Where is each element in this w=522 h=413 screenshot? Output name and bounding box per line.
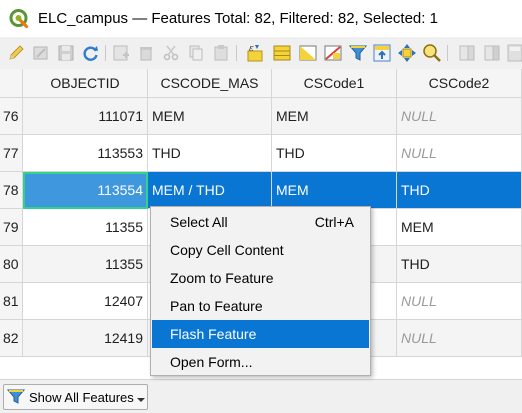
cell-cscode2[interactable]: MEM (397, 209, 522, 246)
save-edits-icon[interactable] (56, 43, 76, 63)
cell-objectid[interactable]: 113553 (23, 135, 148, 172)
menu-item-open-form[interactable]: Open Form... (152, 348, 369, 376)
context-menu: Select All Ctrl+A Copy Cell Content Zoom… (150, 206, 371, 376)
table-row-selected[interactable]: 78 113554 MEM / THD MEM THD (0, 172, 522, 209)
field-calculator-icon[interactable] (505, 43, 522, 63)
select-all-icon[interactable] (272, 43, 292, 63)
delete-field-icon[interactable] (482, 43, 502, 63)
cell-cscode2[interactable]: NULL (397, 135, 522, 172)
show-all-features-button[interactable]: Show All Features (3, 384, 148, 410)
paste-icon[interactable] (211, 43, 231, 63)
table-row[interactable]: 77 113553 THD THD NULL (0, 135, 522, 172)
new-field-icon[interactable] (457, 43, 477, 63)
cell-cscode2[interactable]: THD (397, 246, 522, 283)
title-bar: ELC_campus — Features Total: 82, Filtere… (0, 0, 522, 37)
menu-item-flash-feature[interactable]: Flash Feature (152, 320, 369, 348)
menu-item-select-all[interactable]: Select All Ctrl+A (152, 208, 369, 236)
menu-item-shortcut: Ctrl+A (314, 214, 354, 230)
cell-objectid[interactable]: 12419 (23, 320, 148, 357)
menu-item-label: Flash Feature (170, 326, 257, 342)
expression-select-icon[interactable]: ε (246, 43, 266, 63)
cell-objectid[interactable]: 11355 (23, 246, 148, 283)
add-feature-icon[interactable] (111, 43, 131, 63)
cut-icon[interactable] (161, 43, 181, 63)
row-header-corner[interactable] (0, 69, 23, 98)
filter-icon (7, 389, 25, 404)
cell-objectid[interactable]: 111071 (23, 98, 148, 135)
row-number[interactable]: 81 (0, 283, 23, 320)
menu-item-label: Select All (170, 214, 228, 230)
cell-cscode2[interactable]: NULL (397, 283, 522, 320)
row-number[interactable]: 82 (0, 320, 23, 357)
cell-cscode-mas[interactable]: THD (148, 135, 272, 172)
copy-icon[interactable] (186, 43, 206, 63)
row-number[interactable]: 80 (0, 246, 23, 283)
cell-cscode2[interactable]: NULL (397, 98, 522, 135)
row-number[interactable]: 76 (0, 98, 23, 135)
move-selection-to-top-icon[interactable] (372, 43, 392, 63)
cell-cscode2[interactable]: THD (397, 172, 522, 209)
cell-cscode1[interactable]: MEM (272, 172, 397, 209)
cell-cscode1[interactable]: THD (272, 135, 397, 172)
table-row[interactable]: 76 111071 MEM MEM NULL (0, 98, 522, 135)
invert-selection-icon[interactable] (298, 43, 318, 63)
show-all-features-label: Show All Features (29, 389, 134, 405)
cell-cscode-mas[interactable]: MEM / THD (148, 172, 272, 209)
cell-cscode-mas[interactable]: MEM (148, 98, 272, 135)
column-header-cscode2[interactable]: CSCode2 (397, 69, 522, 98)
toggle-editing-icon[interactable] (6, 43, 26, 63)
row-number[interactable]: 79 (0, 209, 23, 246)
cell-cscode1[interactable]: MEM (272, 98, 397, 135)
menu-item-copy-cell-content[interactable]: Copy Cell Content (152, 236, 369, 264)
deselect-all-icon[interactable] (323, 43, 343, 63)
toolbar: ε (0, 37, 522, 69)
filter-selected-icon[interactable] (348, 43, 368, 63)
bottom-bar: Show All Features (0, 379, 522, 413)
column-header-cscode-mas[interactable]: CSCODE_MAS (148, 69, 272, 98)
svg-text:ε: ε (249, 44, 254, 54)
menu-item-zoom-to-feature[interactable]: Zoom to Feature (152, 264, 369, 292)
cell-objectid-focused[interactable]: 113554 (23, 172, 148, 209)
row-number[interactable]: 78 (0, 172, 23, 209)
multi-edit-icon[interactable] (31, 43, 51, 63)
chevron-down-icon (136, 398, 145, 402)
cell-objectid[interactable]: 12407 (23, 283, 148, 320)
reload-icon[interactable] (81, 43, 101, 63)
delete-feature-icon[interactable] (136, 43, 156, 63)
menu-item-label: Open Form... (170, 354, 253, 370)
menu-item-label: Zoom to Feature (170, 270, 274, 286)
qgis-logo-icon (9, 9, 29, 29)
menu-item-label: Copy Cell Content (170, 242, 284, 258)
column-header-cscode1[interactable]: CSCode1 (272, 69, 397, 98)
pan-to-selected-icon[interactable] (397, 43, 417, 63)
zoom-to-selected-icon[interactable] (422, 43, 442, 63)
row-number[interactable]: 77 (0, 135, 23, 172)
menu-item-label: Pan to Feature (170, 298, 263, 314)
cell-objectid[interactable]: 11355 (23, 209, 148, 246)
column-header-objectid[interactable]: OBJECTID (23, 69, 148, 98)
menu-item-pan-to-feature[interactable]: Pan to Feature (152, 292, 369, 320)
cell-cscode2[interactable]: NULL (397, 320, 522, 357)
window-title: ELC_campus — Features Total: 82, Filtere… (38, 10, 438, 27)
